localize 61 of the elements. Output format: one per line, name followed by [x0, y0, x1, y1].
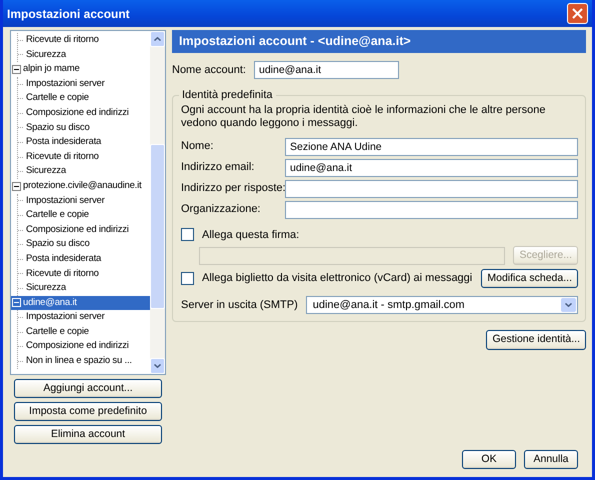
scrollbar[interactable] [150, 31, 165, 374]
tree-item[interactable]: Spazio su disco [25, 120, 91, 136]
tree-item[interactable]: protezione.civile@anaudine.it [11, 178, 150, 194]
chevron-down-icon [154, 364, 161, 368]
tree-item[interactable]: Impostazioni server [25, 310, 106, 325]
scroll-down-button[interactable] [150, 358, 165, 374]
text-field[interactable]: Sezione ANA Udine [285, 138, 578, 156]
tree-item[interactable]: Sicurezza [25, 281, 67, 296]
tree-item[interactable]: Posta indesiderata [25, 135, 102, 150]
tree-item[interactable]: Cartelle e copie [25, 91, 90, 106]
field-label: Server in uscita (SMTP) [181, 298, 298, 313]
checkbox[interactable] [181, 272, 194, 285]
tree-item[interactable]: Sicurezza [25, 164, 67, 179]
tree-item[interactable]: Ricevute di ritorno [25, 150, 100, 164]
collapse-icon[interactable] [12, 182, 21, 191]
account-button[interactable]: Aggiungi account... [14, 379, 162, 398]
text-field[interactable] [285, 180, 578, 198]
manage-identities-button[interactable]: Gestione identità... [486, 330, 586, 350]
field-label: Organizzazione: [181, 202, 262, 218]
tree-item[interactable]: Sicurezza [25, 48, 67, 62]
edit-card-button[interactable]: Modifica scheda... [481, 269, 578, 288]
tree-item[interactable]: Non in linea e spazio su ... [25, 354, 133, 369]
scroll-up-button[interactable] [150, 31, 165, 47]
account-button[interactable]: Elimina account [14, 425, 162, 444]
tree-item[interactable]: Posta indesiderata [25, 252, 102, 266]
close-button[interactable] [567, 3, 588, 24]
tree-item[interactable]: Composizione ed indirizzi [25, 339, 130, 354]
tree-item[interactable]: Ricevute di ritorno [25, 266, 100, 282]
account-button[interactable]: Imposta come predefinito [14, 402, 162, 421]
checkbox-label: Allega biglietto da visita elettronico (vCard) ai messaggi [202, 271, 474, 286]
smtp-dropdown[interactable]: udine@ana.it - smtp.gmail.com [306, 296, 578, 314]
text-field[interactable]: udine@ana.it [285, 158, 578, 176]
field-label: Indirizzo per risposte: [181, 181, 285, 196]
close-icon [572, 8, 583, 19]
dialog-button[interactable]: OK [462, 450, 516, 469]
tree-item[interactable]: Cartelle e copie [25, 324, 90, 340]
tree-item[interactable]: udine@ana.it [11, 296, 150, 310]
chevron-down-icon [565, 303, 572, 307]
chevron-up-icon [154, 37, 161, 41]
tree-item[interactable]: Impostazioni server [25, 76, 106, 92]
checkbox[interactable] [181, 228, 194, 242]
field-label: Indirizzo email: [181, 160, 256, 176]
tree-item[interactable]: Composizione ed indirizzi [25, 222, 130, 238]
text-field[interactable] [285, 200, 578, 218]
field-label: Nome account: [172, 62, 246, 78]
tree-item[interactable]: Spazio su disco [25, 237, 91, 252]
dialog-button[interactable]: Annulla [524, 450, 578, 469]
field-label: Nome: [181, 139, 214, 154]
collapse-icon[interactable] [12, 64, 21, 74]
tree-item[interactable]: alpin jo mame [11, 62, 150, 77]
group-title: Identità predefinita [181, 88, 274, 103]
account-name-field[interactable]: udine@ana.it [254, 61, 399, 79]
tree-item[interactable]: Impostazioni server [25, 194, 106, 208]
panel-header: Impostazioni account - <udine@ana.it> [172, 30, 586, 53]
scroll-thumb[interactable] [150, 144, 165, 309]
tree-item[interactable]: Ricevute di ritorno [25, 33, 100, 48]
tree-item[interactable]: Composizione ed indirizzi [25, 106, 130, 121]
checkbox-label: Allega questa firma: [202, 228, 300, 242]
description-text: Ogni account ha la propria identità cioè le informazioni che le altre persone vedono quando leggono i messaggi. [181, 104, 546, 130]
tree-item[interactable]: Cartelle e copie [25, 208, 90, 223]
window-title: Impostazioni account [7, 6, 130, 22]
